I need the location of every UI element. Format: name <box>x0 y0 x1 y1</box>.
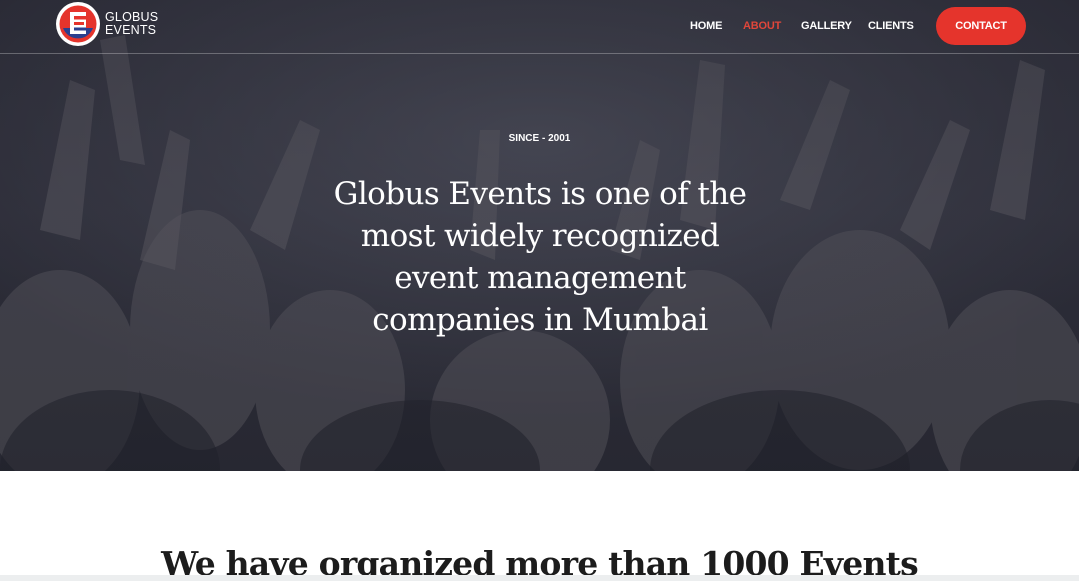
nav-home[interactable]: HOME <box>690 20 722 32</box>
since-label: SINCE - 2001 <box>508 133 571 144</box>
hero-section: GLOBUS EVENTS HOME ABOUT GALLERY CLIENTS… <box>0 0 1079 471</box>
hero-heading-line: event management <box>394 260 686 296</box>
nav-clients[interactable]: CLIENTS <box>868 20 914 32</box>
hero-heading-line: companies in Mumbai <box>372 302 708 338</box>
nav-gallery[interactable]: GALLERY <box>801 20 852 32</box>
hero-heading-line: most widely recognized <box>360 218 720 254</box>
brand-name-line2: EVENTS <box>105 23 157 37</box>
brand-logo[interactable]: GLOBUS EVENTS <box>55 1 165 47</box>
site-header: GLOBUS EVENTS HOME ABOUT GALLERY CLIENTS… <box>0 0 1079 54</box>
contact-button[interactable]: CONTACT <box>936 7 1026 45</box>
hero-heading-line: Globus Events is one of the <box>333 176 747 212</box>
brand-name: GLOBUS EVENTS <box>105 11 158 37</box>
hero-heading: Globus Events is one of the most widely … <box>290 173 790 341</box>
globus-logo-icon <box>56 2 100 46</box>
nav-about[interactable]: ABOUT <box>743 20 781 32</box>
horizontal-scrollbar[interactable] <box>0 575 1079 581</box>
